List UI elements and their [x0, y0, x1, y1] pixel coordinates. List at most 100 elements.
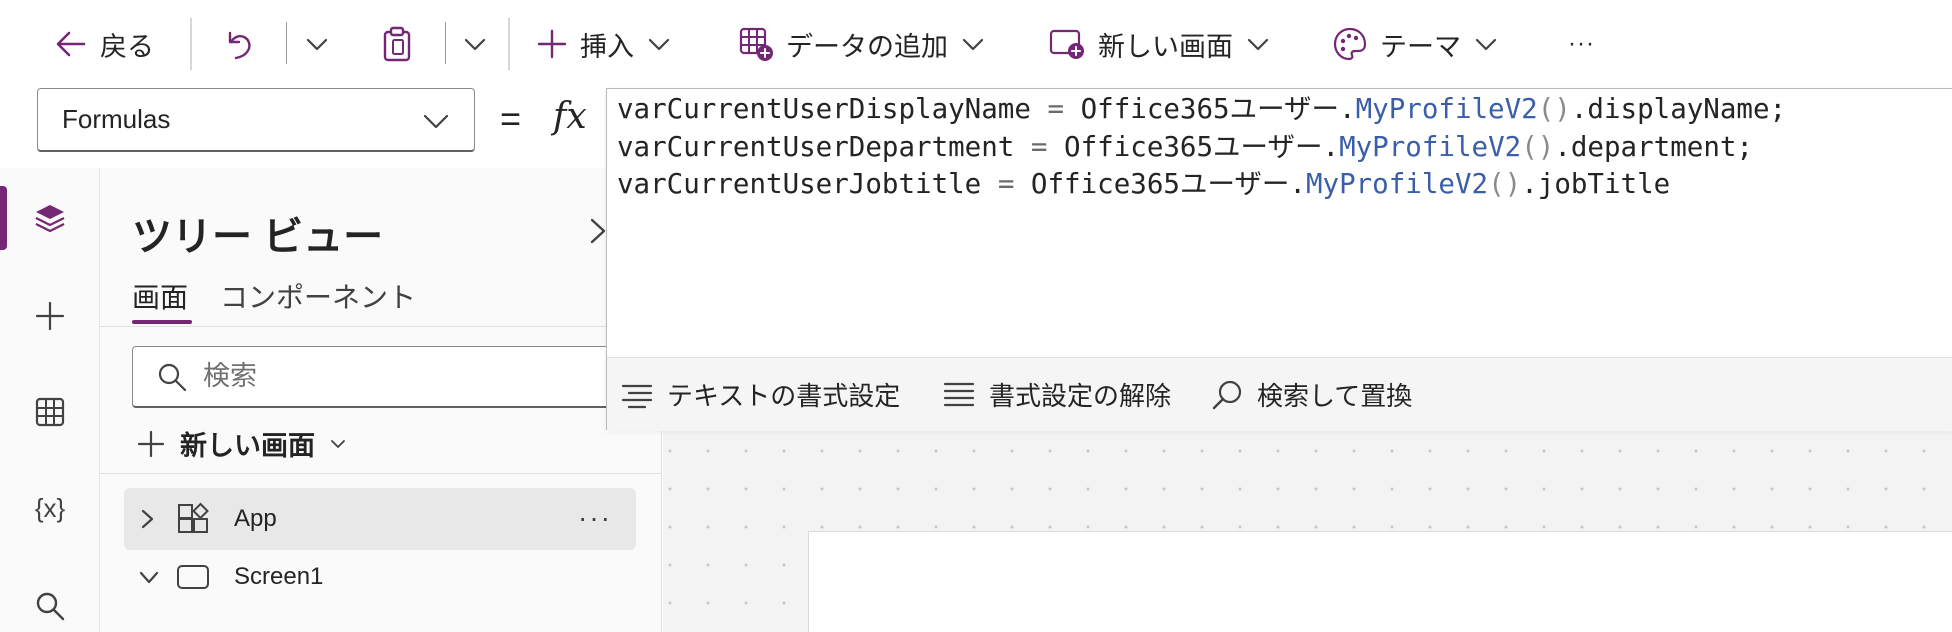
chevron-down-icon[interactable]	[138, 568, 168, 586]
code-token: varCurrentUserDepartment	[617, 130, 1031, 163]
remove-format-button[interactable]: 書式設定の解除	[943, 376, 1171, 413]
left-rail: {x}	[0, 168, 100, 632]
more-commands-button[interactable]: ···	[1568, 18, 1595, 70]
layers-icon[interactable]	[30, 198, 70, 238]
chevron-down-icon	[1475, 38, 1497, 51]
tree-search-input[interactable]	[203, 361, 603, 392]
tree-node-app[interactable]: App ···	[124, 488, 636, 550]
more-options-icon[interactable]: ···	[578, 502, 612, 534]
code-token: Office365ユーザー.	[1064, 93, 1356, 125]
app-icon	[176, 502, 220, 536]
undo-button[interactable]	[222, 18, 256, 70]
chevron-down-icon	[464, 38, 486, 51]
formula-editor[interactable]: varCurrentUserDisplayName = Office365ユーザ…	[606, 88, 1952, 431]
tree-view-panel: ツリー ビュー 画面 コンポーネント 新しい画面 App ··· Screen1	[100, 168, 662, 632]
paste-dropdown-button[interactable]	[462, 18, 488, 70]
remove-format-label: 書式設定の解除	[989, 381, 1172, 411]
panel-title: ツリー ビュー	[132, 215, 384, 259]
plus-icon[interactable]	[30, 296, 70, 336]
tree-node-screen1[interactable]: Screen1	[124, 546, 636, 608]
undo-icon	[228, 31, 251, 60]
code-token: =	[1030, 130, 1048, 163]
separator	[286, 22, 287, 64]
search-icon	[1212, 380, 1242, 409]
new-screen-button[interactable]: 新しい画面	[1048, 18, 1271, 70]
tree-node-label: Screen1	[234, 563, 324, 590]
code-line[interactable]: varCurrentUserDisplayName = Office365ユーザ…	[617, 91, 1786, 129]
equals-sign: =	[500, 98, 522, 139]
add-data-button[interactable]: データの追加	[738, 18, 986, 70]
theme-button[interactable]: テーマ	[1332, 18, 1499, 70]
chevron-down-icon	[306, 38, 328, 51]
chevron-down-icon	[962, 38, 984, 51]
tab-screens[interactable]: 画面	[132, 276, 188, 316]
property-dropdown[interactable]: Formulas	[37, 88, 475, 152]
fx-icon[interactable]: fx	[553, 96, 587, 137]
code-token: MyProfileV2	[1355, 93, 1538, 125]
plus-icon	[137, 430, 165, 457]
insert-button[interactable]: 挿入	[536, 18, 672, 70]
code-token: Office365ユーザー.	[1047, 130, 1340, 163]
chevron-down-icon	[423, 114, 449, 129]
separator	[508, 18, 510, 70]
data-table-icon[interactable]	[30, 392, 70, 432]
code-token: MyProfileV2	[1339, 130, 1522, 163]
insert-label: 挿入	[580, 31, 634, 62]
remove-format-icon	[943, 382, 975, 406]
code-token: .displayName;	[1570, 93, 1787, 125]
code-token: ()	[1488, 168, 1522, 200]
clipboard-icon	[383, 26, 411, 62]
format-text-label: テキストの書式設定	[667, 381, 901, 411]
arrow-left-icon	[56, 31, 86, 57]
new-screen-icon	[1049, 29, 1084, 59]
more-icon: ···	[1568, 30, 1595, 57]
tree-node-label: App	[234, 505, 277, 532]
code-token: .department;	[1554, 130, 1753, 163]
chevron-down-icon	[331, 439, 345, 448]
code-token: MyProfileV2	[1305, 168, 1489, 200]
formula-code[interactable]: varCurrentUserDisplayName = Office365ユーザ…	[617, 91, 1786, 204]
code-token: varCurrentUserJobtitle	[617, 168, 998, 200]
chevron-right-icon[interactable]	[138, 508, 168, 530]
tree-new-screen-button[interactable]: 新しい画面	[136, 424, 347, 463]
chevron-down-icon	[648, 38, 670, 51]
editor-toolbar: テキストの書式設定 書式設定の解除 検索して置換	[607, 357, 1952, 431]
search-icon	[158, 363, 187, 391]
active-indicator	[0, 186, 7, 250]
new-screen-label: 新しい画面	[180, 431, 315, 461]
paste-button[interactable]	[380, 18, 414, 70]
variables-glyph: {x}	[34, 492, 66, 523]
undo-dropdown-button[interactable]	[304, 18, 330, 70]
active-tab-indicator	[132, 320, 192, 324]
design-canvas[interactable]	[663, 428, 1952, 632]
code-token: .jobTitle	[1521, 168, 1671, 200]
screen-icon	[176, 563, 220, 591]
back-button[interactable]: 戻る	[54, 18, 154, 70]
chevron-down-icon	[1247, 38, 1269, 51]
code-token: varCurrentUserDisplayName	[617, 93, 1048, 125]
format-text-icon	[621, 384, 653, 408]
tab-components[interactable]: コンポーネント	[220, 276, 416, 316]
palette-icon	[1333, 27, 1367, 61]
code-token: ()	[1537, 93, 1571, 125]
divider	[100, 326, 662, 327]
table-add-icon	[739, 27, 773, 61]
code-token: ()	[1521, 130, 1555, 163]
search-icon[interactable]	[30, 586, 70, 626]
tree-search-box[interactable]	[132, 346, 652, 408]
code-token: Office365ユーザー.	[1014, 168, 1306, 200]
add-data-label: データの追加	[786, 31, 948, 62]
theme-label: テーマ	[1380, 31, 1461, 62]
separator	[190, 18, 192, 70]
new-screen-label: 新しい画面	[1098, 31, 1233, 62]
canvas-screen[interactable]	[808, 531, 1952, 632]
plus-icon	[537, 29, 567, 59]
code-line[interactable]: varCurrentUserJobtitle = Office365ユーザー.M…	[617, 166, 1786, 204]
variables-icon[interactable]: {x}	[30, 488, 70, 528]
code-token: =	[997, 168, 1015, 200]
format-text-button[interactable]: テキストの書式設定	[621, 376, 900, 413]
divider	[100, 473, 662, 474]
code-line[interactable]: varCurrentUserDepartment = Office365ユーザー…	[617, 129, 1786, 167]
code-token: =	[1047, 93, 1065, 125]
find-replace-button[interactable]: 検索して置換	[1211, 376, 1412, 413]
